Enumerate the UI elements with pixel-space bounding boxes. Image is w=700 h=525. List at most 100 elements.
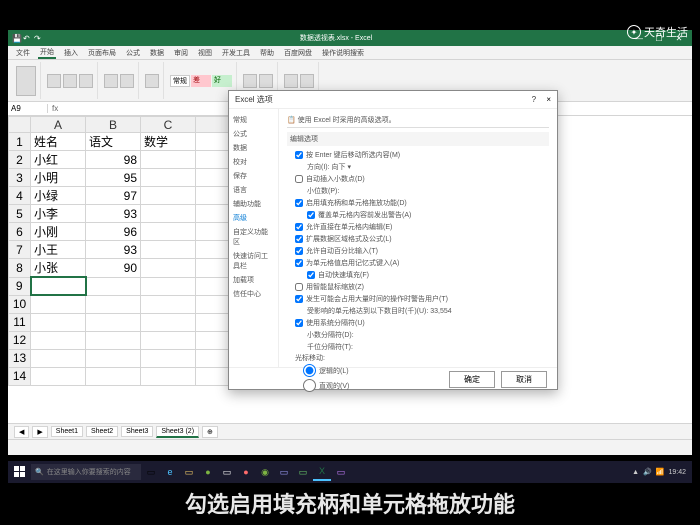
row-header[interactable]: 1	[9, 133, 31, 151]
row-header[interactable]: 6	[9, 223, 31, 241]
nav-formula[interactable]: 公式	[232, 127, 275, 141]
cell[interactable]: 95	[86, 169, 141, 187]
nav-access[interactable]: 辅助功能	[232, 197, 275, 211]
opt-system-sep[interactable]: 使用系统分隔符(U)	[287, 317, 549, 329]
row-header[interactable]: 12	[9, 331, 31, 349]
cancel-button[interactable]: 取消	[501, 371, 547, 388]
cell[interactable]	[86, 277, 141, 295]
row-header[interactable]: 10	[9, 295, 31, 313]
add-sheet-button[interactable]: ⊕	[202, 426, 218, 438]
start-button[interactable]	[10, 463, 30, 481]
ok-button[interactable]: 确定	[449, 371, 495, 388]
row-header[interactable]: 8	[9, 259, 31, 278]
nav-lang[interactable]: 语言	[232, 183, 275, 197]
cell[interactable]	[141, 295, 196, 313]
row-header[interactable]: 5	[9, 205, 31, 223]
italic-button[interactable]	[79, 74, 93, 88]
app-icon[interactable]: ●	[199, 463, 217, 481]
row-header[interactable]: 4	[9, 187, 31, 205]
system-tray[interactable]: ▲ 🔊 📶 19:42	[632, 468, 690, 476]
number-format-button[interactable]	[145, 74, 159, 88]
cell[interactable]: 小刚	[31, 223, 86, 241]
tab-review[interactable]: 审阅	[172, 48, 190, 58]
opt-enter-move[interactable]: 按 Enter 键后移动所选内容(M)	[287, 149, 549, 161]
redo-icon[interactable]: ↷	[34, 34, 42, 42]
cell[interactable]: 98	[86, 151, 141, 169]
cell[interactable]: 小绿	[31, 187, 86, 205]
style-good[interactable]: 好	[212, 75, 232, 87]
tab-file[interactable]: 文件	[14, 48, 32, 58]
cell[interactable]	[141, 241, 196, 259]
cell[interactable]: 小李	[31, 205, 86, 223]
row-header[interactable]: 3	[9, 169, 31, 187]
tab-view[interactable]: 视图	[196, 48, 214, 58]
row-header[interactable]: 14	[9, 367, 31, 385]
cell[interactable]	[31, 367, 86, 385]
fx-icon[interactable]: fx	[48, 104, 62, 113]
opt-autocomplete[interactable]: 为单元格值启用记忆式键入(A)	[287, 257, 549, 269]
tray-icon[interactable]: 🔊	[643, 468, 652, 476]
tab-home[interactable]: 开始	[38, 47, 56, 59]
app-icon[interactable]: ▭	[332, 463, 350, 481]
cell[interactable]	[141, 259, 196, 278]
cell[interactable]: 小红	[31, 151, 86, 169]
nav-save[interactable]: 保存	[232, 169, 275, 183]
insert-cells-button[interactable]	[243, 74, 257, 88]
cell[interactable]: 小张	[31, 259, 86, 278]
opt-warn-overwrite[interactable]: 覆盖单元格内容前发出警告(A)	[287, 209, 549, 221]
opt-cell-count[interactable]: 受影响的单元格达到以下数目时(千)(U): 33,554	[287, 305, 549, 317]
cell[interactable]	[141, 223, 196, 241]
explorer-icon[interactable]: ▭	[180, 463, 198, 481]
cell[interactable]	[86, 313, 141, 331]
undo-icon[interactable]: ↶	[23, 34, 31, 42]
opt-decimal[interactable]: 自动插入小数点(D)	[287, 173, 549, 185]
nav-ribbon[interactable]: 自定义功能区	[232, 225, 275, 249]
cell[interactable]: 数学	[141, 133, 196, 151]
tab-layout[interactable]: 页面布局	[86, 48, 118, 58]
sheet-tab[interactable]: Sheet3	[121, 426, 153, 437]
cell[interactable]: 96	[86, 223, 141, 241]
opt-flash-fill[interactable]: 自动快速填充(F)	[287, 269, 549, 281]
row-header[interactable]: 11	[9, 313, 31, 331]
row-header[interactable]: 9	[9, 277, 31, 295]
cell[interactable]	[141, 349, 196, 367]
col-header[interactable]: A	[31, 117, 86, 133]
opt-extend-formats[interactable]: 扩展数据区域格式及公式(L)	[287, 233, 549, 245]
cell[interactable]	[31, 331, 86, 349]
sum-button[interactable]	[284, 74, 298, 88]
opt-warn-time[interactable]: 发生可能会占用大量时间的操作时警告用户(T)	[287, 293, 549, 305]
tab-nav-icon[interactable]: ▶	[32, 426, 47, 438]
cell[interactable]	[141, 205, 196, 223]
cell[interactable]	[86, 349, 141, 367]
nav-qat[interactable]: 快速访问工具栏	[232, 249, 275, 273]
tab-dev[interactable]: 开发工具	[220, 48, 252, 58]
taskbar-search[interactable]: 🔍在这里输入你要搜索的内容	[31, 464, 141, 480]
tray-icon[interactable]: ▲	[632, 469, 639, 476]
app-icon[interactable]: ●	[237, 463, 255, 481]
cell[interactable]: 93	[86, 205, 141, 223]
app-icon[interactable]: ▭	[275, 463, 293, 481]
tab-data[interactable]: 数据	[148, 48, 166, 58]
dialog-close-button[interactable]: ×	[546, 95, 551, 104]
tab-tellme[interactable]: 操作说明搜索	[320, 48, 366, 58]
nav-data[interactable]: 数据	[232, 141, 275, 155]
opt-zoom-mouse[interactable]: 用智能鼠标缩放(Z)	[287, 281, 549, 293]
task-view-icon[interactable]: ▭	[142, 463, 160, 481]
cell[interactable]	[141, 277, 196, 295]
align-left-button[interactable]	[104, 74, 118, 88]
name-box[interactable]: A9	[8, 104, 48, 113]
sheet-tab[interactable]: Sheet1	[51, 426, 83, 437]
sheet-tab[interactable]: Sheet3 (2)	[156, 426, 199, 438]
tab-nav-icon[interactable]: ◀	[14, 426, 29, 438]
excel-taskbar-icon[interactable]: X	[313, 463, 331, 481]
cell[interactable]	[141, 187, 196, 205]
cell[interactable]	[141, 331, 196, 349]
tab-formula[interactable]: 公式	[124, 48, 142, 58]
sort-button[interactable]	[300, 74, 314, 88]
cell[interactable]: 93	[86, 241, 141, 259]
tab-baidu[interactable]: 百度网盘	[282, 48, 314, 58]
tab-help[interactable]: 帮助	[258, 48, 276, 58]
cell[interactable]: 小明	[31, 169, 86, 187]
row-header[interactable]: 13	[9, 349, 31, 367]
nav-proof[interactable]: 校对	[232, 155, 275, 169]
